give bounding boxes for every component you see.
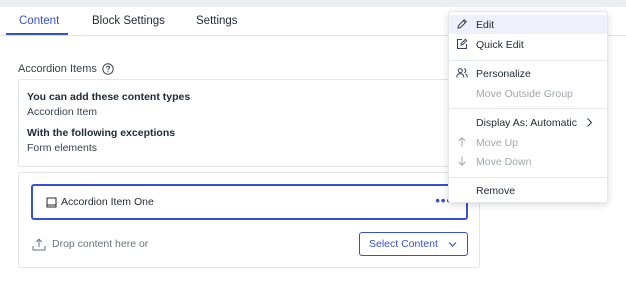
menu-item-personalize-label: Personalize <box>476 68 531 80</box>
content-area: Accordion Item One ••• Drop content here… <box>18 172 480 268</box>
active-tab-indicator <box>6 33 68 35</box>
select-content-label: Select Content <box>369 238 438 250</box>
menu-item-move-up-label: Move Up <box>476 137 519 149</box>
tab-content[interactable]: Content <box>19 15 59 27</box>
accordion-item-card[interactable]: Accordion Item One ••• <box>31 184 468 220</box>
chevron-down-icon <box>448 242 457 247</box>
upload-tray-icon <box>32 238 46 251</box>
exceptions-heading: With the following exceptions <box>27 127 176 139</box>
menu-item-quick-edit[interactable]: Quick Edit <box>449 35 607 54</box>
arrow-up-icon <box>458 137 466 147</box>
pencil-icon <box>457 18 468 29</box>
menu-item-quick-edit-label: Quick Edit <box>476 39 524 51</box>
menu-item-move-down[interactable]: Move Down <box>449 152 607 171</box>
menu-divider <box>449 60 607 61</box>
allowed-types-panel: You can add these content types Accordio… <box>18 79 480 167</box>
menu-item-move-outside-group-label: Move Outside Group <box>476 88 573 100</box>
menu-item-display-as[interactable]: Display As: Automatic <box>449 113 607 132</box>
top-strip <box>0 0 626 7</box>
tab-block-settings[interactable]: Block Settings <box>92 15 165 27</box>
menu-item-move-up[interactable]: Move Up <box>449 133 607 152</box>
menu-item-edit-label: Edit <box>476 19 495 31</box>
people-icon <box>456 68 468 78</box>
exception-type: Form elements <box>27 142 98 154</box>
edit-box-icon <box>457 38 468 49</box>
arrow-down-icon <box>458 156 466 166</box>
section-label: Accordion Items <box>18 63 97 75</box>
allowed-types-heading: You can add these content types <box>27 91 191 103</box>
accordion-item-label: Accordion Item One <box>61 196 154 208</box>
menu-item-remove-label: Remove <box>476 185 516 197</box>
menu-item-move-down-label: Move Down <box>476 156 532 168</box>
block-icon <box>46 197 57 208</box>
allowed-type: Accordion Item <box>27 106 98 118</box>
select-content-button[interactable]: Select Content <box>359 232 468 256</box>
menu-item-personalize[interactable]: Personalize <box>449 64 607 83</box>
menu-item-move-outside-group[interactable]: Move Outside Group <box>449 84 607 103</box>
menu-divider <box>449 177 607 178</box>
drop-zone-label: Drop content here or <box>52 238 149 250</box>
chevron-right-icon <box>587 118 593 127</box>
question-circle-icon[interactable] <box>102 63 114 75</box>
menu-divider <box>449 108 607 109</box>
tab-settings[interactable]: Settings <box>196 15 238 27</box>
menu-item-display-as-label: Display As: Automatic <box>476 117 577 129</box>
menu-item-remove[interactable]: Remove <box>449 181 607 200</box>
context-menu: Edit Quick Edit Personalize Move Outside… <box>448 11 608 203</box>
section-title: Accordion Items <box>18 63 114 75</box>
menu-item-edit[interactable]: Edit <box>449 15 607 34</box>
